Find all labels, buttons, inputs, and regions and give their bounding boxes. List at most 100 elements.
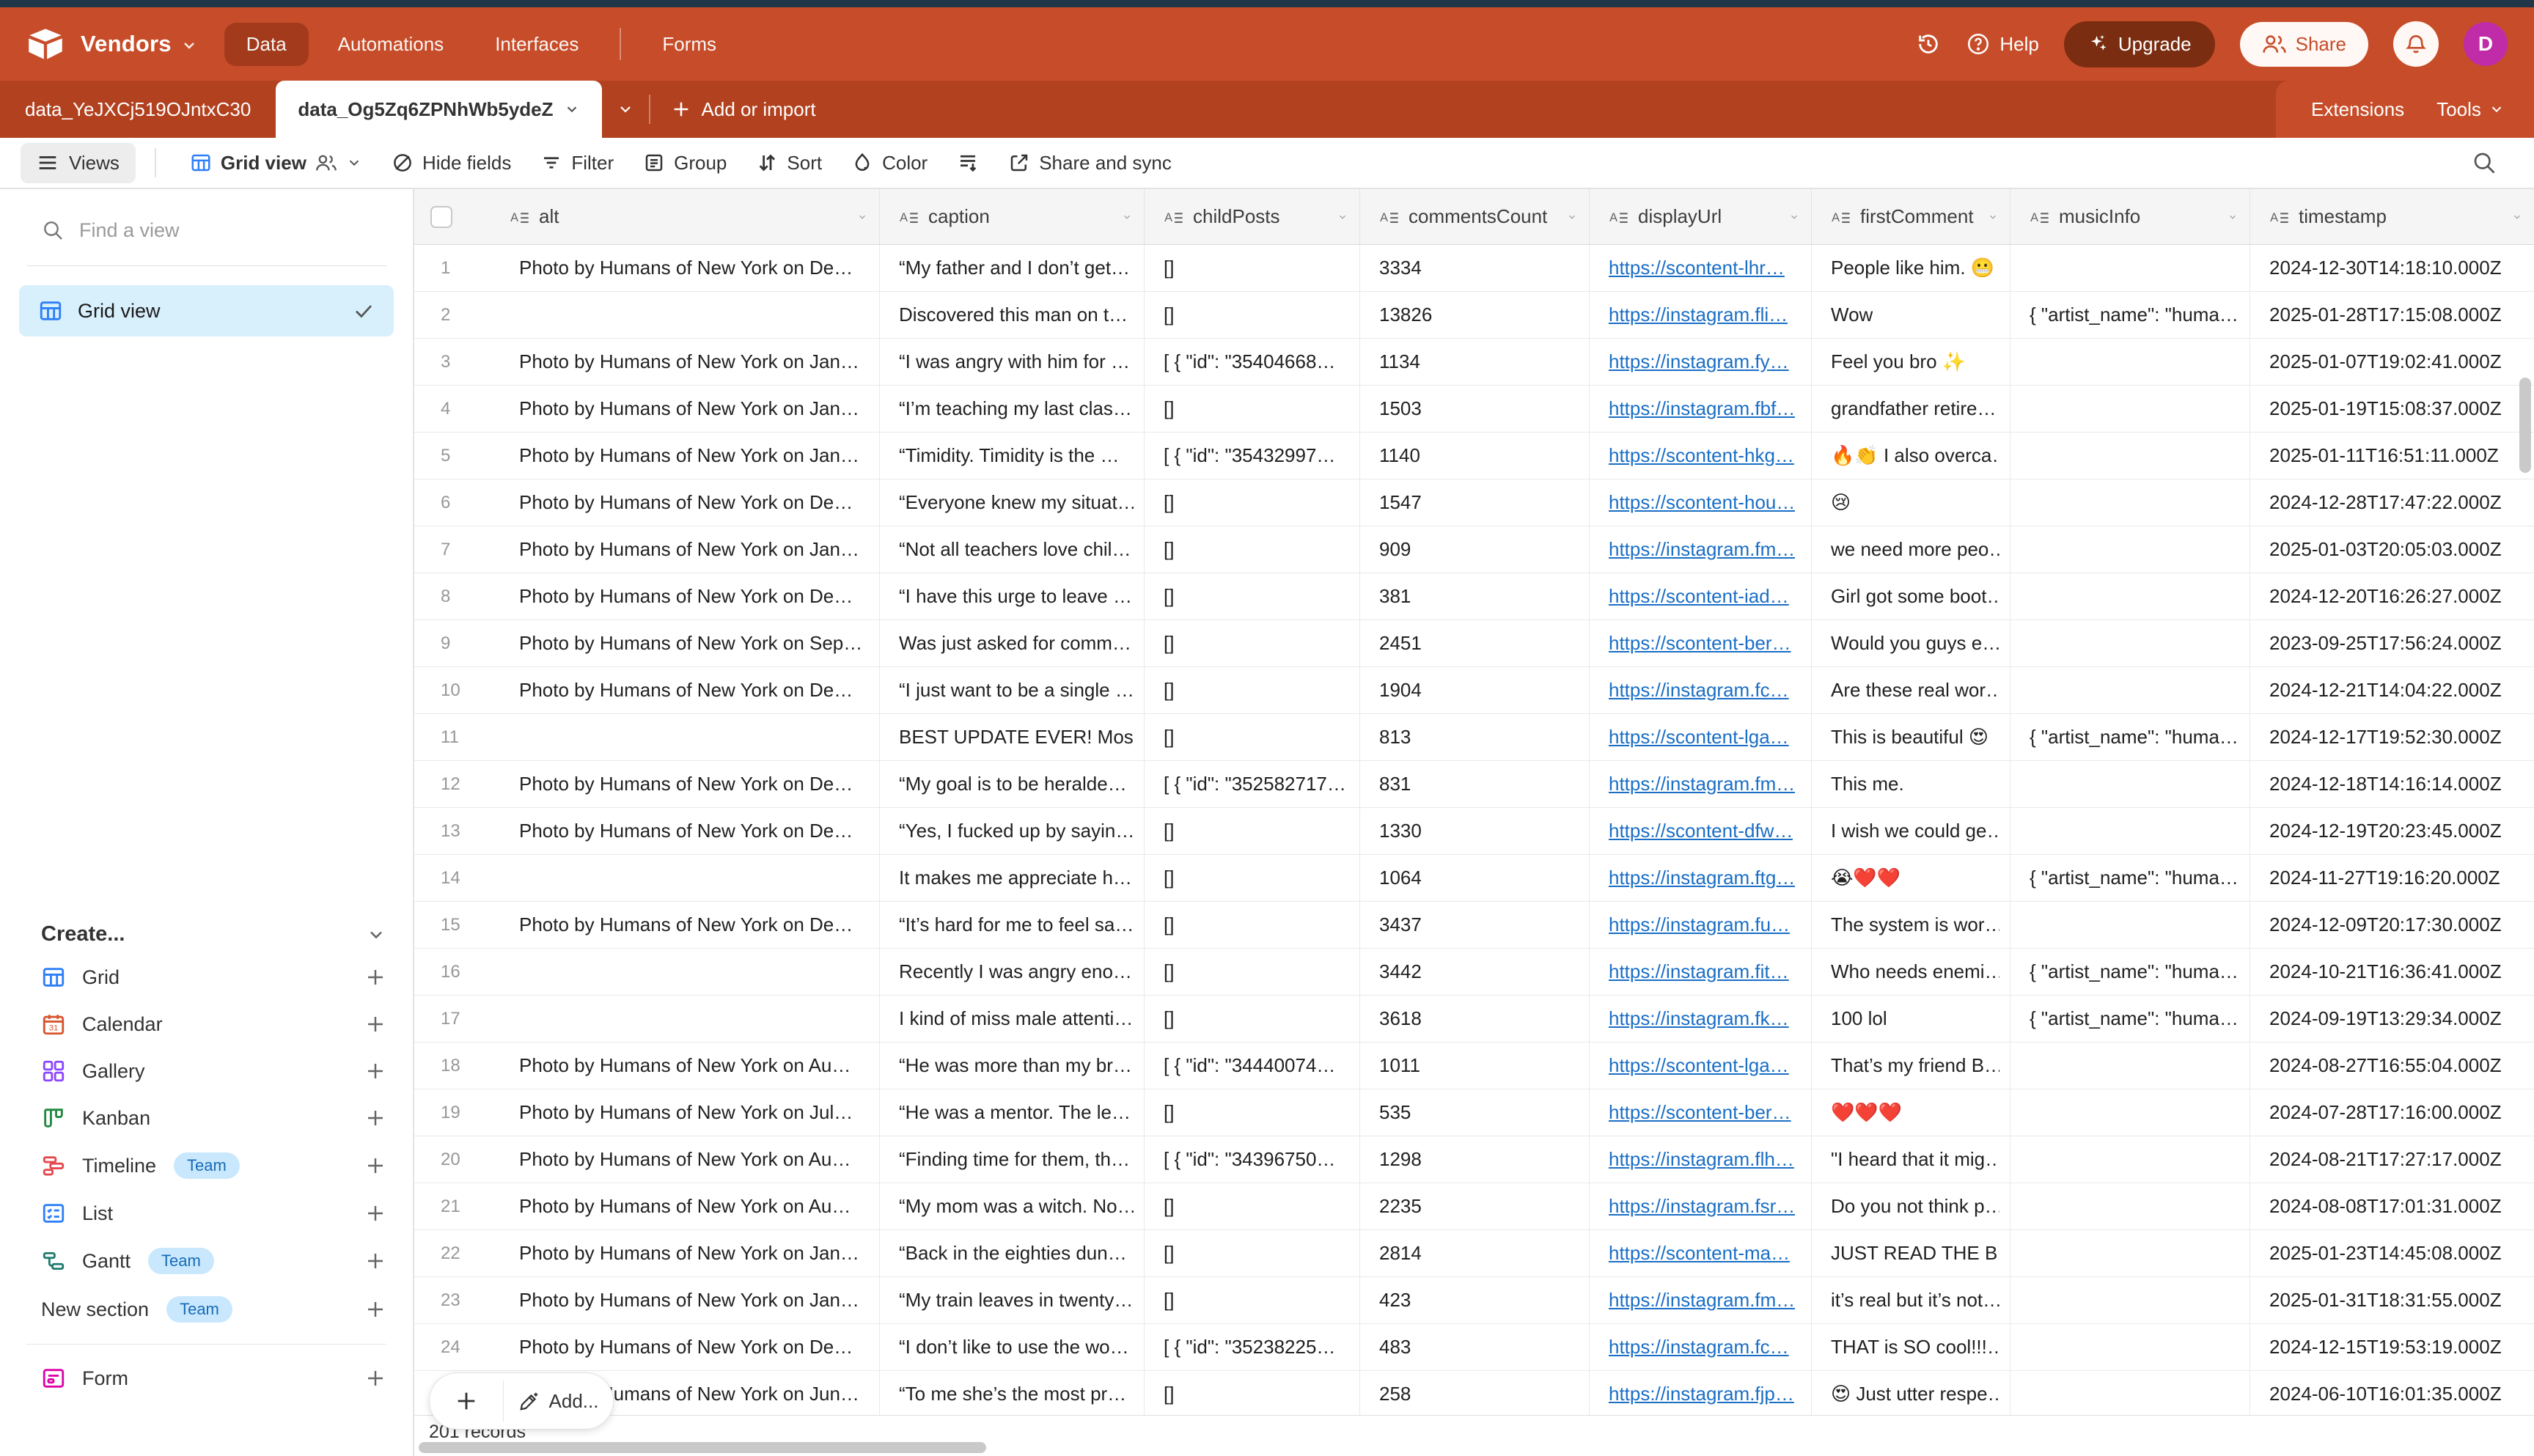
cell-alt[interactable]: 12 Photo by Humans of New York on De… <box>414 761 880 807</box>
display-url-link[interactable]: https://instagram.fk… <box>1609 1007 1789 1030</box>
display-url-link[interactable]: https://scontent-hou… <box>1609 491 1795 514</box>
cell-commentsCount[interactable]: 3618 <box>1360 996 1590 1042</box>
display-url-link[interactable]: https://instagram.fjp… <box>1609 1383 1794 1405</box>
cell-alt[interactable]: 5 Photo by Humans of New York on Jan… <box>414 433 880 479</box>
row-height-button[interactable] <box>942 144 994 181</box>
sidebar-create-item[interactable]: New section Team <box>0 1285 413 1334</box>
upgrade-button[interactable]: Upgrade <box>2064 21 2215 67</box>
cell-timestamp[interactable]: 2025-01-31T18:31:55.000Z <box>2250 1277 2534 1323</box>
cell-alt[interactable]: 9 Photo by Humans of New York on Sep… <box>414 620 880 666</box>
cell-displayUrl[interactable]: https://instagram.fm… <box>1590 761 1812 807</box>
cell-commentsCount[interactable]: 423 <box>1360 1277 1590 1323</box>
cell-commentsCount[interactable]: 483 <box>1360 1324 1590 1370</box>
cell-alt[interactable]: 7 Photo by Humans of New York on Jan… <box>414 526 880 573</box>
cell-commentsCount[interactable]: 1134 <box>1360 339 1590 385</box>
cell-commentsCount[interactable]: 1298 <box>1360 1136 1590 1183</box>
cell-timestamp[interactable]: 2024-08-21T17:27:17.000Z <box>2250 1136 2534 1183</box>
sidebar-create-item[interactable]: Kanban <box>0 1095 413 1141</box>
display-url-link[interactable]: https://instagram.fit… <box>1609 960 1789 983</box>
sidebar-create-item[interactable]: Gallery <box>0 1048 413 1095</box>
cell-childPosts[interactable]: [] <box>1145 714 1360 760</box>
display-url-link[interactable]: https://scontent-ber… <box>1609 1101 1791 1124</box>
tab-forms[interactable]: Forms <box>640 23 738 66</box>
cell-childPosts[interactable]: [ { "id": "35404668… <box>1145 339 1360 385</box>
plus-icon[interactable] <box>364 1250 386 1272</box>
table-list-chevron[interactable] <box>602 81 649 138</box>
history-button[interactable] <box>1916 32 1941 56</box>
cell-musicInfo[interactable] <box>2010 1371 2250 1415</box>
cell-childPosts[interactable]: [] <box>1145 573 1360 619</box>
cell-displayUrl[interactable]: https://scontent-ber… <box>1590 1089 1812 1136</box>
display-url-link[interactable]: https://instagram.fy… <box>1609 350 1789 373</box>
hide-fields-button[interactable]: Hide fields <box>377 144 526 182</box>
cell-childPosts[interactable]: [] <box>1145 1183 1360 1229</box>
cell-musicInfo[interactable] <box>2010 761 2250 807</box>
cell-commentsCount[interactable]: 1011 <box>1360 1043 1590 1089</box>
cell-childPosts[interactable]: [ { "id": "35432997… <box>1145 433 1360 479</box>
display-url-link[interactable]: https://instagram.fli… <box>1609 304 1788 326</box>
cell-caption[interactable]: “Everyone knew my situat… <box>880 479 1145 526</box>
column-header-commentsCount[interactable]: A commentsCount <box>1360 189 1590 244</box>
column-header-alt[interactable]: A alt <box>414 189 880 244</box>
cell-firstComment[interactable]: grandfather retire… <box>1812 386 2010 432</box>
plus-icon[interactable] <box>364 1155 386 1177</box>
sidebar-create-item[interactable]: Timeline Team <box>0 1141 413 1190</box>
cell-commentsCount[interactable]: 1064 <box>1360 855 1590 901</box>
cell-caption[interactable]: I kind of miss male attenti… <box>880 996 1145 1042</box>
cell-caption[interactable]: “My train leaves in twenty… <box>880 1277 1145 1323</box>
cell-musicInfo[interactable]: { "artist_name": "huma… <box>2010 996 2250 1042</box>
cell-alt[interactable]: 24 Photo by Humans of New York on De… <box>414 1324 880 1370</box>
cell-musicInfo[interactable] <box>2010 1043 2250 1089</box>
sort-button[interactable]: Sort <box>741 144 837 182</box>
display-url-link[interactable]: https://instagram.fbf… <box>1609 397 1795 420</box>
cell-timestamp[interactable]: 2024-10-21T16:36:41.000Z <box>2250 949 2534 995</box>
display-url-link[interactable]: https://scontent-lga… <box>1609 726 1789 749</box>
cell-alt[interactable]: 3 Photo by Humans of New York on Jan… <box>414 339 880 385</box>
plus-icon[interactable] <box>364 1367 386 1389</box>
cell-musicInfo[interactable] <box>2010 1277 2250 1323</box>
cell-caption[interactable]: “I just want to be a single … <box>880 667 1145 713</box>
cell-alt[interactable]: 14 <box>414 855 880 901</box>
cell-displayUrl[interactable]: https://instagram.flh… <box>1590 1136 1812 1183</box>
cell-displayUrl[interactable]: https://scontent-lhr… <box>1590 245 1812 291</box>
color-button[interactable]: Color <box>837 144 942 182</box>
cell-caption[interactable]: “Back in the eighties dun… <box>880 1230 1145 1276</box>
cell-firstComment[interactable]: 😍 Just utter respe… <box>1812 1371 2010 1415</box>
cell-timestamp[interactable]: 2024-12-20T16:26:27.000Z <box>2250 573 2534 619</box>
cell-timestamp[interactable]: 2024-12-09T20:17:30.000Z <box>2250 902 2534 948</box>
sidebar-create-item[interactable]: Gantt Team <box>0 1237 413 1285</box>
cell-commentsCount[interactable]: 909 <box>1360 526 1590 573</box>
cell-caption[interactable]: “Timidity. Timidity is the … <box>880 433 1145 479</box>
cell-displayUrl[interactable]: https://instagram.fm… <box>1590 526 1812 573</box>
cell-displayUrl[interactable]: https://instagram.fc… <box>1590 1324 1812 1370</box>
cell-firstComment[interactable]: THAT is SO cool!!!… <box>1812 1324 2010 1370</box>
cell-timestamp[interactable]: 2024-06-10T16:01:35.000Z <box>2250 1371 2534 1415</box>
cell-timestamp[interactable]: 2024-11-27T19:16:20.000Z <box>2250 855 2534 901</box>
display-url-link[interactable]: https://instagram.fc… <box>1609 1336 1789 1358</box>
search-button[interactable] <box>2471 150 2497 176</box>
cell-displayUrl[interactable]: https://scontent-hkg… <box>1590 433 1812 479</box>
plus-icon[interactable] <box>364 1107 386 1129</box>
plus-icon[interactable] <box>364 1060 386 1082</box>
cell-childPosts[interactable]: [] <box>1145 386 1360 432</box>
cell-commentsCount[interactable]: 2235 <box>1360 1183 1590 1229</box>
cell-commentsCount[interactable]: 1140 <box>1360 433 1590 479</box>
cell-firstComment[interactable]: 100 lol <box>1812 996 2010 1042</box>
cell-firstComment[interactable]: Girl got some boot… <box>1812 573 2010 619</box>
cell-commentsCount[interactable]: 3437 <box>1360 902 1590 948</box>
tab-data[interactable]: Data <box>224 23 309 66</box>
cell-musicInfo[interactable] <box>2010 573 2250 619</box>
cell-firstComment[interactable]: This me. <box>1812 761 2010 807</box>
cell-firstComment[interactable]: I wish we could ge… <box>1812 808 2010 854</box>
cell-caption[interactable]: It makes me appreciate h… <box>880 855 1145 901</box>
cell-commentsCount[interactable]: 1904 <box>1360 667 1590 713</box>
cell-childPosts[interactable]: [] <box>1145 902 1360 948</box>
display-url-link[interactable]: https://instagram.fm… <box>1609 773 1795 795</box>
cell-commentsCount[interactable]: 813 <box>1360 714 1590 760</box>
cell-childPosts[interactable]: [ { "id": "34440074… <box>1145 1043 1360 1089</box>
display-url-link[interactable]: https://instagram.flh… <box>1609 1148 1794 1171</box>
cell-alt[interactable]: 1 Photo by Humans of New York on De… <box>414 245 880 291</box>
cell-alt[interactable]: 21 Photo by Humans of New York on Au… <box>414 1183 880 1229</box>
cell-musicInfo[interactable] <box>2010 1089 2250 1136</box>
cell-childPosts[interactable]: [] <box>1145 245 1360 291</box>
